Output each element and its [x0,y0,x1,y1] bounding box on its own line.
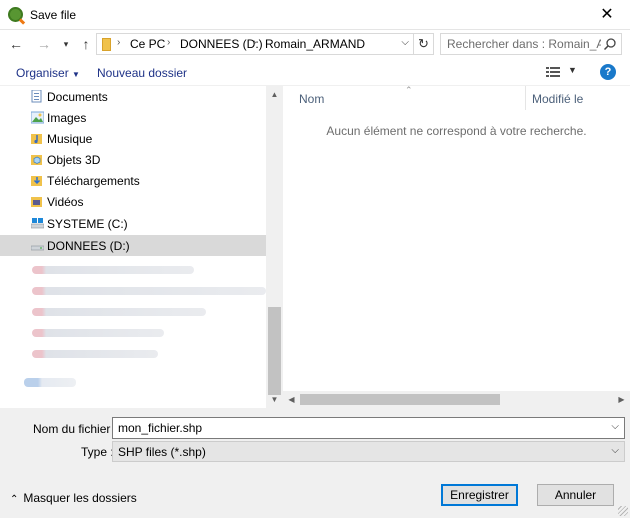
file-list-pane: Nom ⌃ Modifié le Aucun élément ne corres… [283,85,630,408]
documents-icon [31,90,42,103]
filename-input[interactable] [113,418,593,438]
save-form: Nom du fichier : ⌵ Type : SHP files (*.s… [0,408,630,518]
data-drive-icon [31,245,44,251]
address-bar[interactable]: › Ce PC › DONNEES (D:) › Romain_ARMAND ⌵ [96,33,414,55]
search-input[interactable] [441,34,601,54]
hide-folders-toggle[interactable]: ⌃ Masquer les dossiers [10,491,137,505]
navigation-bar: ← → ▾ ↑ › Ce PC › DONNEES (D:) › Romain_… [0,30,630,58]
address-dropdown-icon[interactable]: ⌵ [401,37,409,48]
recent-locations-chevron-icon[interactable]: ▾ [58,35,74,53]
up-arrow-icon[interactable]: ↑ [78,35,94,53]
blurred-network-item [24,378,76,387]
refresh-button[interactable]: ↻ [414,33,434,55]
column-header-name[interactable]: Nom [299,92,324,106]
chevron-up-icon: ⌃ [10,494,19,505]
file-list-horizontal-scrollbar[interactable]: ◀ ▶ [283,391,630,408]
chevron-down-icon: ▼ [72,70,80,79]
scroll-down-icon[interactable]: ▼ [266,391,283,408]
column-header-modified[interactable]: Modifié le [532,92,583,106]
tree-item-system-drive[interactable]: SYSTEME (C:) [0,213,266,234]
tree-item-label: Images [47,111,87,125]
forward-arrow-icon[interactable]: → [36,35,52,53]
breadcrumb-romain-armand[interactable]: Romain_ARMAND [265,37,365,51]
view-dropdown-icon[interactable]: ▼ [568,65,577,75]
blurred-tree-item [32,287,266,295]
hide-folders-label: Masquer les dossiers [23,491,137,505]
tree-item-label: Documents [47,90,108,104]
chevron-down-icon[interactable]: ⌵ [611,421,619,432]
window-title: Save file [30,8,77,22]
tree-item-documents[interactable]: Documents [0,86,266,107]
filename-combobox[interactable]: ⌵ [112,417,625,439]
navigation-pane: Documents Images Musique Objets 3D Téléc… [0,86,283,408]
chevron-right-icon[interactable]: › [117,37,120,48]
scroll-left-icon[interactable]: ◀ [283,391,300,408]
breadcrumb-donnees[interactable]: DONNEES (D:) [180,37,263,51]
tree-item-label: Vidéos [47,195,84,209]
sort-ascending-icon: ⌃ [405,85,413,95]
tree-item-label: Objets 3D [47,153,101,167]
scroll-up-icon[interactable]: ▲ [266,86,283,103]
search-box[interactable] [440,33,622,55]
close-button[interactable]: ✕ [584,0,630,30]
videos-icon [31,197,42,207]
file-type-value: SHP files (*.shp) [118,445,206,459]
breadcrumb-ce-pc[interactable]: Ce PC [130,37,165,51]
folder-icon [102,38,111,51]
downloads-icon [31,176,42,186]
music-icon [31,134,42,144]
objects-3d-icon [31,155,42,165]
chevron-right-icon[interactable]: › [167,37,170,48]
tree-item-label: SYSTEME (C:) [47,217,128,231]
tree-item-downloads[interactable]: Téléchargements [0,170,266,191]
qgis-app-icon [8,7,23,22]
tree-item-music[interactable]: Musique [0,128,266,149]
type-label: Type : [81,445,114,459]
chevron-down-icon[interactable]: ⌵ [611,445,619,456]
images-icon [31,111,44,124]
tree-item-videos[interactable]: Vidéos [0,191,266,212]
tree-item-data-drive[interactable]: DONNEES (D:) [0,235,266,256]
nav-pane-scrollbar[interactable]: ▲ ▼ [266,86,283,408]
empty-results-message: Aucun élément ne correspond à votre rech… [326,124,587,138]
blurred-tree-item [32,308,206,316]
blurred-tree-item [32,266,194,274]
resize-grip[interactable] [618,506,628,516]
search-icon[interactable] [603,37,617,51]
blurred-tree-item [32,329,164,337]
tree-item-objects-3d[interactable]: Objets 3D [0,149,266,170]
system-drive-icon [31,218,44,229]
blurred-tree-item [32,350,158,358]
command-toolbar: Organiser ▼ Nouveau dossier ▼ ? [0,58,630,86]
filename-label: Nom du fichier : [33,422,118,436]
file-type-select[interactable]: SHP files (*.shp) ⌵ [112,441,625,462]
tree-item-label: Téléchargements [47,174,140,188]
cancel-button[interactable]: Annuler [537,484,614,506]
scrollbar-thumb[interactable] [268,307,281,395]
chevron-right-icon[interactable]: › [253,37,256,48]
tree-item-label: DONNEES (D:) [47,239,130,253]
tree-item-label: Musique [47,132,93,146]
tree-item-images[interactable]: Images [0,107,266,128]
scrollbar-thumb[interactable] [300,394,500,405]
help-icon[interactable]: ? [600,64,616,80]
save-button[interactable]: Enregistrer [441,484,518,506]
title-bar: Save file ✕ [0,0,630,30]
new-folder-button[interactable]: Nouveau dossier [97,66,187,80]
column-divider[interactable] [525,86,526,110]
view-options-icon[interactable] [546,67,560,77]
back-arrow-icon[interactable]: ← [8,35,24,53]
scroll-right-icon[interactable]: ▶ [613,391,630,408]
organize-menu[interactable]: Organiser ▼ [16,66,80,80]
